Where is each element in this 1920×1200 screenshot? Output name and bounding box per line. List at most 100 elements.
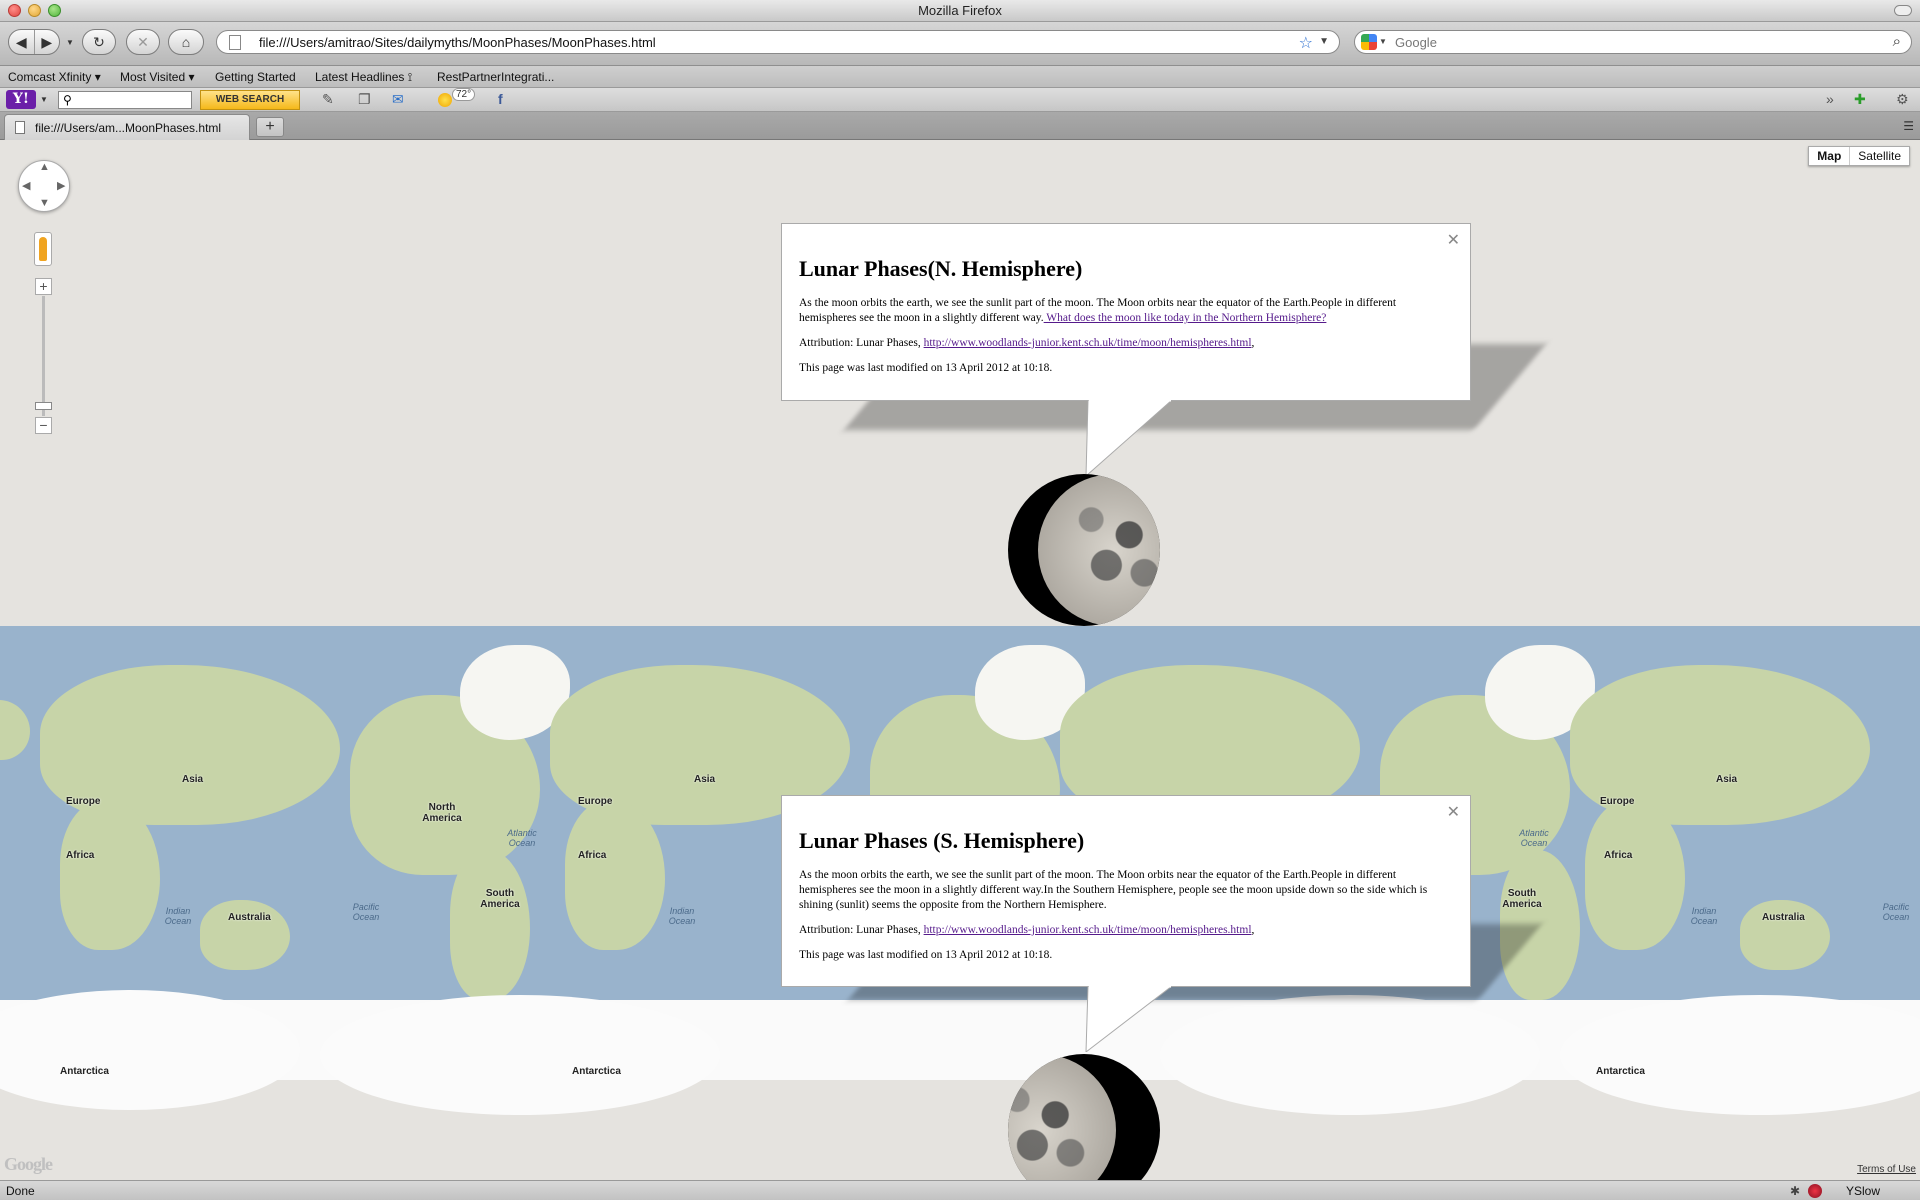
map-label-south-america: South America <box>1502 888 1542 910</box>
map-label-asia: Asia <box>182 774 204 785</box>
street-view-pegman-icon[interactable] <box>34 232 52 266</box>
map-label-indian: Indian Ocean <box>164 906 192 926</box>
bookmark-getting-started[interactable]: Getting Started <box>215 70 296 84</box>
pan-down-icon[interactable]: ▼ <box>39 197 50 209</box>
bookmark-star-icon[interactable]: ☆ <box>1299 33 1313 53</box>
pan-right-icon[interactable]: ▶ <box>57 179 65 192</box>
yslow-label[interactable]: YSlow <box>1846 1184 1880 1198</box>
infowindow-tail <box>1085 400 1173 476</box>
toolbar-pencil-icon[interactable]: ✎ <box>322 91 334 108</box>
map-label-indian: Indian Ocean <box>668 906 696 926</box>
web-search-button[interactable]: WEB SEARCH <box>200 90 300 110</box>
browser-window: Mozilla Firefox ◀ ▶ ▼ ↻ ✕ ⌂ file:///User… <box>0 0 1920 1200</box>
home-button[interactable]: ⌂ <box>168 29 204 55</box>
moon-lit-side <box>1008 1054 1116 1180</box>
infowindow-north: ✕ Lunar Phases(N. Hemisphere) As the moo… <box>781 223 1471 401</box>
tab-list-icon[interactable]: ☰ <box>1903 119 1914 133</box>
yahoo-dropdown-icon[interactable]: ▼ <box>40 95 48 104</box>
history-dropdown-icon[interactable]: ▼ <box>66 38 74 47</box>
new-tab-button[interactable]: + <box>256 117 284 137</box>
map-label-south-america: South America <box>480 888 520 910</box>
reload-icon: ↻ <box>93 33 105 50</box>
firebug-icon[interactable]: ✱ <box>1790 1184 1800 1198</box>
bookmark-latest-headlines[interactable]: Latest Headlines ⟟ <box>315 70 412 85</box>
map-label-atlantic: Atlantic Ocean <box>1519 828 1549 848</box>
zoom-slider-track[interactable] <box>42 296 45 416</box>
google-logo[interactable]: Google <box>4 1154 53 1175</box>
navigation-toolbar: ◀ ▶ ▼ ↻ ✕ ⌂ file:///Users/amitrao/Sites/… <box>0 22 1920 66</box>
chevron-more-icon[interactable]: » <box>1826 91 1834 107</box>
yahoo-search-input[interactable]: ⚲ <box>58 91 192 109</box>
map-label-asia: Asia <box>694 774 716 785</box>
map-label-north-america: North America <box>422 802 462 824</box>
map-type-map-button[interactable]: Map <box>1809 147 1851 165</box>
yahoo-logo-icon[interactable]: Y! <box>6 90 36 109</box>
moon-marker-north[interactable] <box>1008 474 1160 626</box>
infowindow-body: As the moon orbits the earth, we see the… <box>799 297 1397 324</box>
pan-left-icon[interactable]: ◀ <box>22 179 30 192</box>
ice-mass <box>1560 995 1920 1115</box>
pan-up-icon[interactable]: ▲ <box>39 161 50 173</box>
map-label-europe: Europe <box>1600 796 1635 807</box>
attribution-link[interactable]: http://www.woodlands-junior.kent.sch.uk/… <box>924 337 1252 349</box>
settings-gear-icon[interactable]: ⚙ <box>1896 91 1909 108</box>
moon-lit-side <box>1038 474 1160 626</box>
map-canvas[interactable]: Europe Asia Africa Australia North Ameri… <box>0 140 1920 1180</box>
google-engine-icon[interactable] <box>1361 34 1377 50</box>
url-bar[interactable]: file:///Users/amitrao/Sites/dailymyths/M… <box>216 30 1340 54</box>
add-icon[interactable]: ✚ <box>1854 91 1866 108</box>
toolbar-bookmarks-icon[interactable]: ❐ <box>358 91 371 108</box>
close-icon[interactable]: ✕ <box>1447 230 1460 250</box>
back-button[interactable]: ◀ <box>9 34 34 51</box>
weather-sun-icon[interactable] <box>438 93 452 107</box>
infowindow-title: Lunar Phases (S. Hemisphere) <box>799 828 1085 853</box>
tab-bar: file:///Users/am...MoonPhases.html + ☰ <box>0 112 1920 140</box>
tab-label: file:///Users/am...MoonPhases.html <box>35 121 222 135</box>
bookmark-comcast-xfinity[interactable]: Comcast Xfinity ▾ <box>8 70 101 84</box>
zoom-in-button[interactable]: + <box>35 278 52 295</box>
back-forward-group: ◀ ▶ <box>8 29 60 55</box>
search-input[interactable]: Google <box>1395 35 1437 50</box>
map-label-pacific: Pacific Ocean <box>1882 902 1910 922</box>
bookmark-restpartner[interactable]: RestPartnerIntegrati... <box>437 70 554 84</box>
search-icon: ⚲ <box>63 93 72 107</box>
land-mass <box>1740 900 1830 970</box>
status-text: Done <box>6 1184 35 1198</box>
close-icon[interactable]: ✕ <box>1447 802 1460 822</box>
zoom-slider-handle[interactable] <box>35 402 52 410</box>
map-label-australia: Australia <box>1762 912 1805 923</box>
mail-icon[interactable]: ✉ <box>392 91 404 108</box>
ice-mass <box>320 995 720 1115</box>
attribution-link[interactable]: http://www.woodlands-junior.kent.sch.uk/… <box>924 924 1252 936</box>
bookmark-most-visited[interactable]: Most Visited ▾ <box>120 70 195 84</box>
map-label-europe: Europe <box>578 796 613 807</box>
toolbar-toggle-button[interactable] <box>1894 5 1912 16</box>
status-bar: Done ✱ YSlow <box>0 1180 1920 1200</box>
engine-dropdown-icon[interactable]: ▼ <box>1379 37 1387 46</box>
url-text[interactable]: file:///Users/amitrao/Sites/dailymyths/M… <box>259 35 656 50</box>
page-icon <box>15 121 25 134</box>
pan-control[interactable]: ▲ ▼ ◀ ▶ <box>18 160 70 212</box>
yslow-icon[interactable] <box>1808 1184 1822 1198</box>
map-label-africa: Africa <box>66 850 95 861</box>
infowindow-tail <box>1085 986 1173 1052</box>
tab-moonphases[interactable]: file:///Users/am...MoonPhases.html <box>4 114 250 140</box>
zoom-out-button[interactable]: − <box>35 417 52 434</box>
weather-temperature[interactable]: 72° <box>452 88 476 101</box>
facebook-icon[interactable]: f <box>498 91 503 107</box>
search-bar[interactable]: ▼ Google ⌕ <box>1354 30 1912 54</box>
terms-of-use-link[interactable]: Terms of Use <box>1857 1164 1916 1175</box>
forward-button[interactable]: ▶ <box>34 34 59 51</box>
url-dropdown-icon[interactable]: ▼ <box>1319 36 1329 47</box>
map-label-antarctica: Antarctica <box>1596 1066 1645 1077</box>
search-icon[interactable]: ⌕ <box>1893 33 1901 50</box>
northern-hemisphere-link[interactable]: What does the moon like today in the Nor… <box>1044 312 1326 324</box>
map-label-asia: Asia <box>1716 774 1738 785</box>
infowindow-modified: This page was last modified on 13 April … <box>799 362 1053 374</box>
map-label-pacific: Pacific Ocean <box>352 902 380 922</box>
stop-button[interactable]: ✕ <box>126 29 160 55</box>
reload-button[interactable]: ↻ <box>82 29 116 55</box>
map-label-europe: Europe <box>66 796 101 807</box>
map-type-satellite-button[interactable]: Satellite <box>1850 147 1909 165</box>
infowindow-title: Lunar Phases(N. Hemisphere) <box>799 256 1083 281</box>
